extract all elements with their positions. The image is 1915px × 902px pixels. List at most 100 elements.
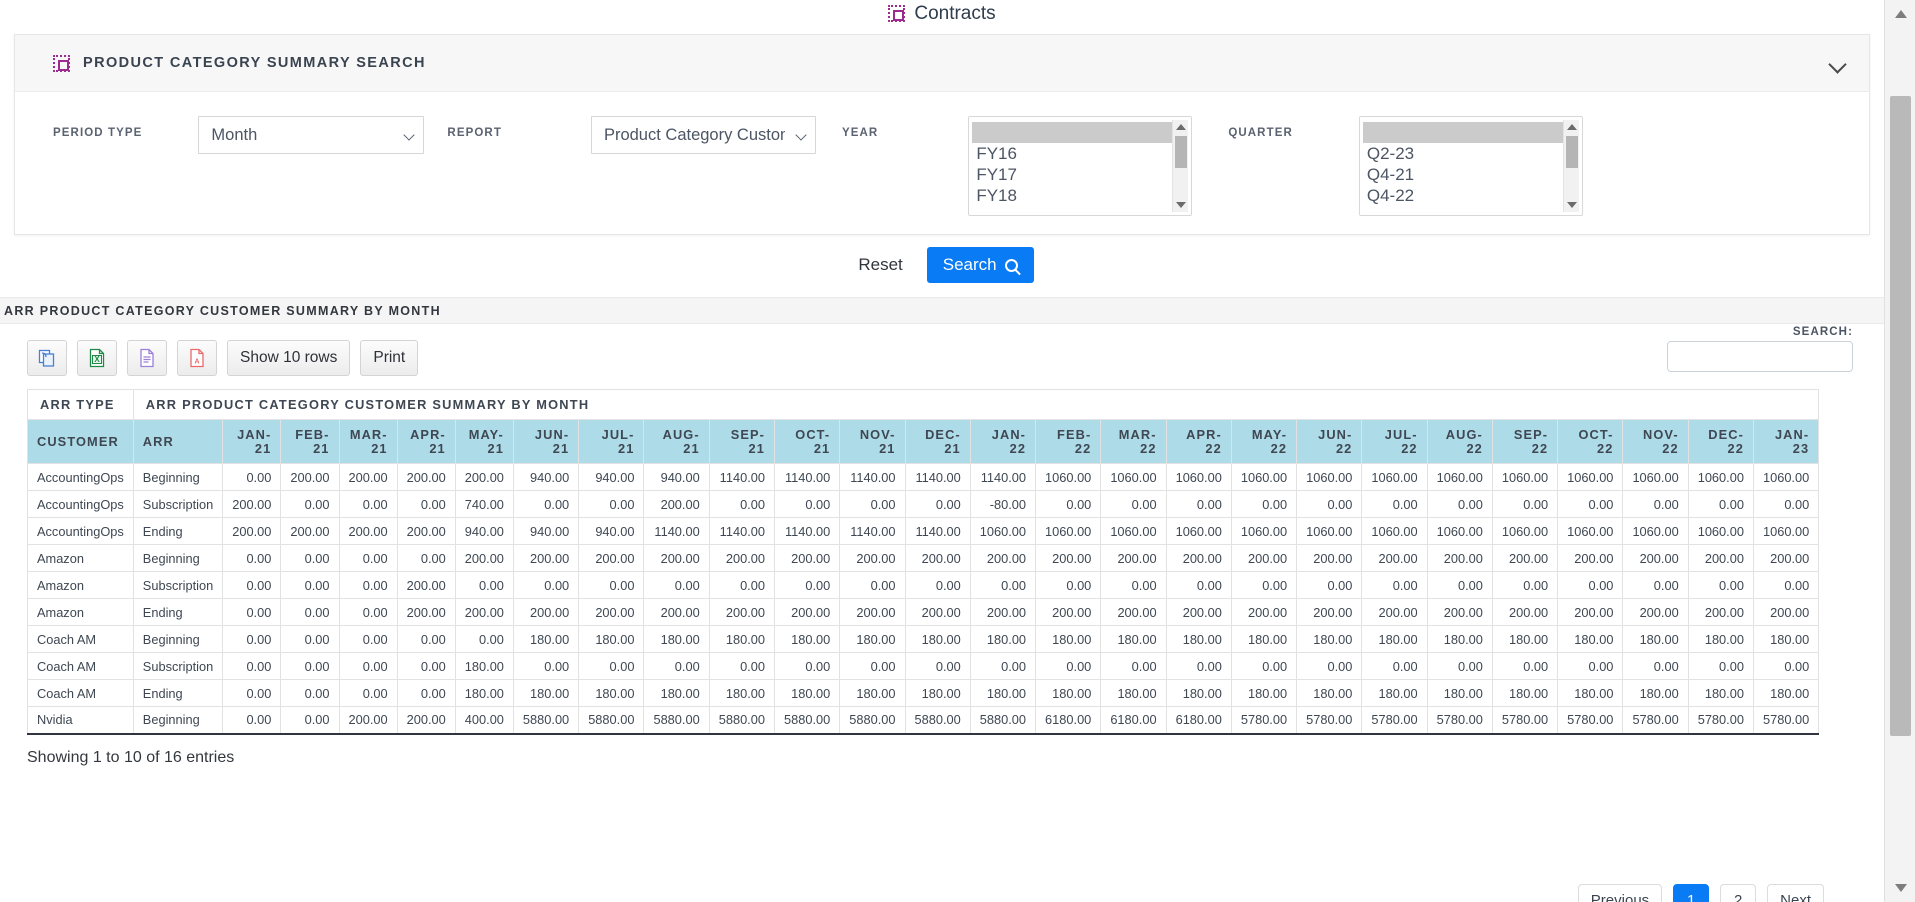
column-header-month[interactable]: JUN- 22	[1296, 419, 1363, 464]
quarter-option[interactable]: Q2-23	[1363, 143, 1563, 164]
scroll-up-icon[interactable]	[1566, 124, 1577, 130]
column-header-month[interactable]: JAN- 21	[222, 419, 282, 464]
column-header-month[interactable]: FEB- 21	[280, 419, 340, 464]
cell-value: 5780.00	[1426, 706, 1493, 735]
column-header-month[interactable]: MAY- 22	[1230, 419, 1298, 464]
chevron-down-icon[interactable]	[1830, 58, 1847, 68]
table-search-input[interactable]	[1667, 341, 1853, 372]
column-header-customer[interactable]: CUSTOMER	[27, 419, 134, 464]
search-button[interactable]: Search	[926, 247, 1034, 283]
scroll-up-icon[interactable]	[1176, 124, 1187, 130]
page-scrollbar-thumb[interactable]	[1890, 96, 1911, 736]
column-header-month[interactable]: OCT- 21	[773, 419, 841, 464]
table-row[interactable]: Coach AM Beginning 0.00 0.00 0.00 0.00 0.00 180…	[27, 625, 1820, 653]
app-page: Contracts PRODUCT CATEGORY SUMMARY SEARC…	[0, 0, 1915, 902]
pagination-next[interactable]: Next	[1767, 884, 1824, 902]
search-panel-header[interactable]: PRODUCT CATEGORY SUMMARY SEARCH	[15, 35, 1869, 92]
table-row[interactable]: Amazon Subscription 0.00 0.00 0.00 200.00 0.00…	[27, 571, 1820, 599]
cell-value: 1140.00	[708, 517, 775, 545]
show-rows-button[interactable]: Show 10 rows	[227, 340, 351, 376]
cell-value: 200.00	[512, 544, 580, 572]
table-row[interactable]: Coach AM Subscription 0.00 0.00 0.00 0.00 180.…	[27, 652, 1820, 680]
quarter-option[interactable]: Q4-22	[1363, 185, 1563, 206]
cell-value: 0.00	[1296, 652, 1363, 680]
scroll-up-icon[interactable]	[1895, 10, 1907, 18]
cell-value: 0.00	[454, 625, 514, 653]
column-header-month[interactable]: OCT- 22	[1557, 419, 1624, 464]
pagination-page-1[interactable]: 1	[1673, 884, 1710, 902]
column-header-month[interactable]: SEP- 22	[1491, 419, 1559, 464]
column-header-month[interactable]: FEB- 22	[1035, 419, 1102, 464]
cell-value: 1060.00	[1296, 463, 1363, 491]
year-option[interactable]: FY18	[972, 185, 1172, 206]
column-header-month[interactable]: APR- 21	[396, 419, 456, 464]
column-header-month[interactable]: APR- 22	[1165, 419, 1232, 464]
scroll-down-icon[interactable]	[1895, 884, 1907, 892]
cell-value: 200.00	[396, 517, 456, 545]
results-table-scroll[interactable]: ARR TYPE ARR PRODUCT CATEGORY CUSTOMER S…	[27, 389, 1857, 735]
period-type-select[interactable]: Month	[198, 116, 425, 154]
cell-value: 200.00	[1557, 544, 1624, 572]
table-group-header-row: ARR TYPE ARR PRODUCT CATEGORY CUSTOMER S…	[27, 389, 1820, 420]
year-option[interactable]: FY16	[972, 143, 1172, 164]
report-select[interactable]: Product Category Custome	[590, 116, 816, 154]
quarter-scrollbar[interactable]	[1562, 120, 1579, 212]
copy-button[interactable]	[27, 340, 67, 376]
cell-customer: Amazon	[27, 544, 134, 572]
year-multiselect[interactable]: FY16 FY17 FY18	[968, 116, 1193, 216]
scrollbar-thumb[interactable]	[1175, 136, 1188, 168]
print-button[interactable]: Print	[360, 340, 419, 376]
quarter-multiselect[interactable]: Q2-23 Q4-21 Q4-22	[1358, 116, 1583, 216]
reset-button[interactable]: Reset	[850, 249, 910, 281]
column-header-month[interactable]: JAN- 23	[1752, 419, 1820, 464]
pagination-previous[interactable]: Previous	[1577, 884, 1663, 902]
cell-value: 0.00	[512, 490, 580, 518]
scroll-down-icon[interactable]	[1176, 202, 1187, 208]
cell-value: 180.00	[839, 679, 906, 707]
year-option-blank[interactable]	[972, 122, 1173, 143]
column-header-month[interactable]: MAR- 22	[1100, 419, 1167, 464]
quarter-option[interactable]: Q4-21	[1363, 164, 1563, 185]
cell-value: 200.00	[222, 517, 282, 545]
column-header-arr[interactable]: ARR	[132, 419, 224, 464]
quarter-option-blank[interactable]	[1362, 122, 1563, 143]
cell-value: 1140.00	[773, 463, 841, 491]
cell-value: 0.00	[396, 544, 456, 572]
column-header-month[interactable]: NOV- 22	[1622, 419, 1689, 464]
column-header-month[interactable]: JAN- 22	[969, 419, 1037, 464]
column-header-month[interactable]: DEC- 21	[904, 419, 971, 464]
column-header-month[interactable]: MAY- 21	[454, 419, 514, 464]
column-header-month[interactable]: JUL- 21	[578, 419, 645, 464]
table-row[interactable]: Amazon Beginning 0.00 0.00 0.00 0.00 200.00 200…	[27, 544, 1820, 572]
cell-arr-type: Ending	[132, 679, 224, 707]
scrollbar-thumb[interactable]	[1565, 136, 1578, 168]
column-header-month[interactable]: MAR- 21	[338, 419, 398, 464]
year-option[interactable]: FY17	[972, 164, 1172, 185]
table-row[interactable]: Coach AM Ending 0.00 0.00 0.00 0.00 180.00 180.…	[27, 679, 1820, 707]
table-row[interactable]: Nvidia Beginning 0.00 0.00 200.00 200.00 400.0…	[27, 706, 1820, 735]
page-scrollbar[interactable]	[1884, 0, 1915, 902]
search-button-label: Search	[942, 255, 997, 274]
cell-value: 0.00	[773, 490, 841, 518]
excel-export-button[interactable]: X	[77, 340, 117, 376]
cell-value: 200.00	[1491, 544, 1559, 572]
pdf-export-button[interactable]: A	[177, 340, 217, 376]
scroll-down-icon[interactable]	[1566, 202, 1577, 208]
column-header-month[interactable]: DEC- 22	[1687, 419, 1754, 464]
table-row[interactable]: AccountingOps Ending 200.00 200.00 200.00 200…	[27, 517, 1820, 545]
column-header-month[interactable]: NOV- 21	[839, 419, 906, 464]
column-header-month[interactable]: AUG- 21	[643, 419, 710, 464]
year-scrollbar[interactable]	[1172, 120, 1189, 212]
cell-value: 0.00	[222, 544, 282, 572]
column-header-month[interactable]: SEP- 21	[708, 419, 775, 464]
column-header-month[interactable]: JUN- 21	[512, 419, 580, 464]
cell-value: 1060.00	[1687, 517, 1754, 545]
search-icon	[1004, 258, 1018, 272]
table-row[interactable]: AccountingOps Beginning 0.00 200.00 200.00 20…	[27, 463, 1820, 491]
column-header-month[interactable]: JUL- 22	[1361, 419, 1428, 464]
pagination-page-2[interactable]: 2	[1720, 884, 1757, 902]
column-header-month[interactable]: AUG- 22	[1426, 419, 1493, 464]
table-row[interactable]: AccountingOps Subscription 200.00 0.00 0.00 0…	[27, 490, 1820, 518]
csv-export-button[interactable]	[127, 340, 167, 376]
table-row[interactable]: Amazon Ending 0.00 0.00 0.00 200.00 200.00 200.…	[27, 598, 1820, 626]
